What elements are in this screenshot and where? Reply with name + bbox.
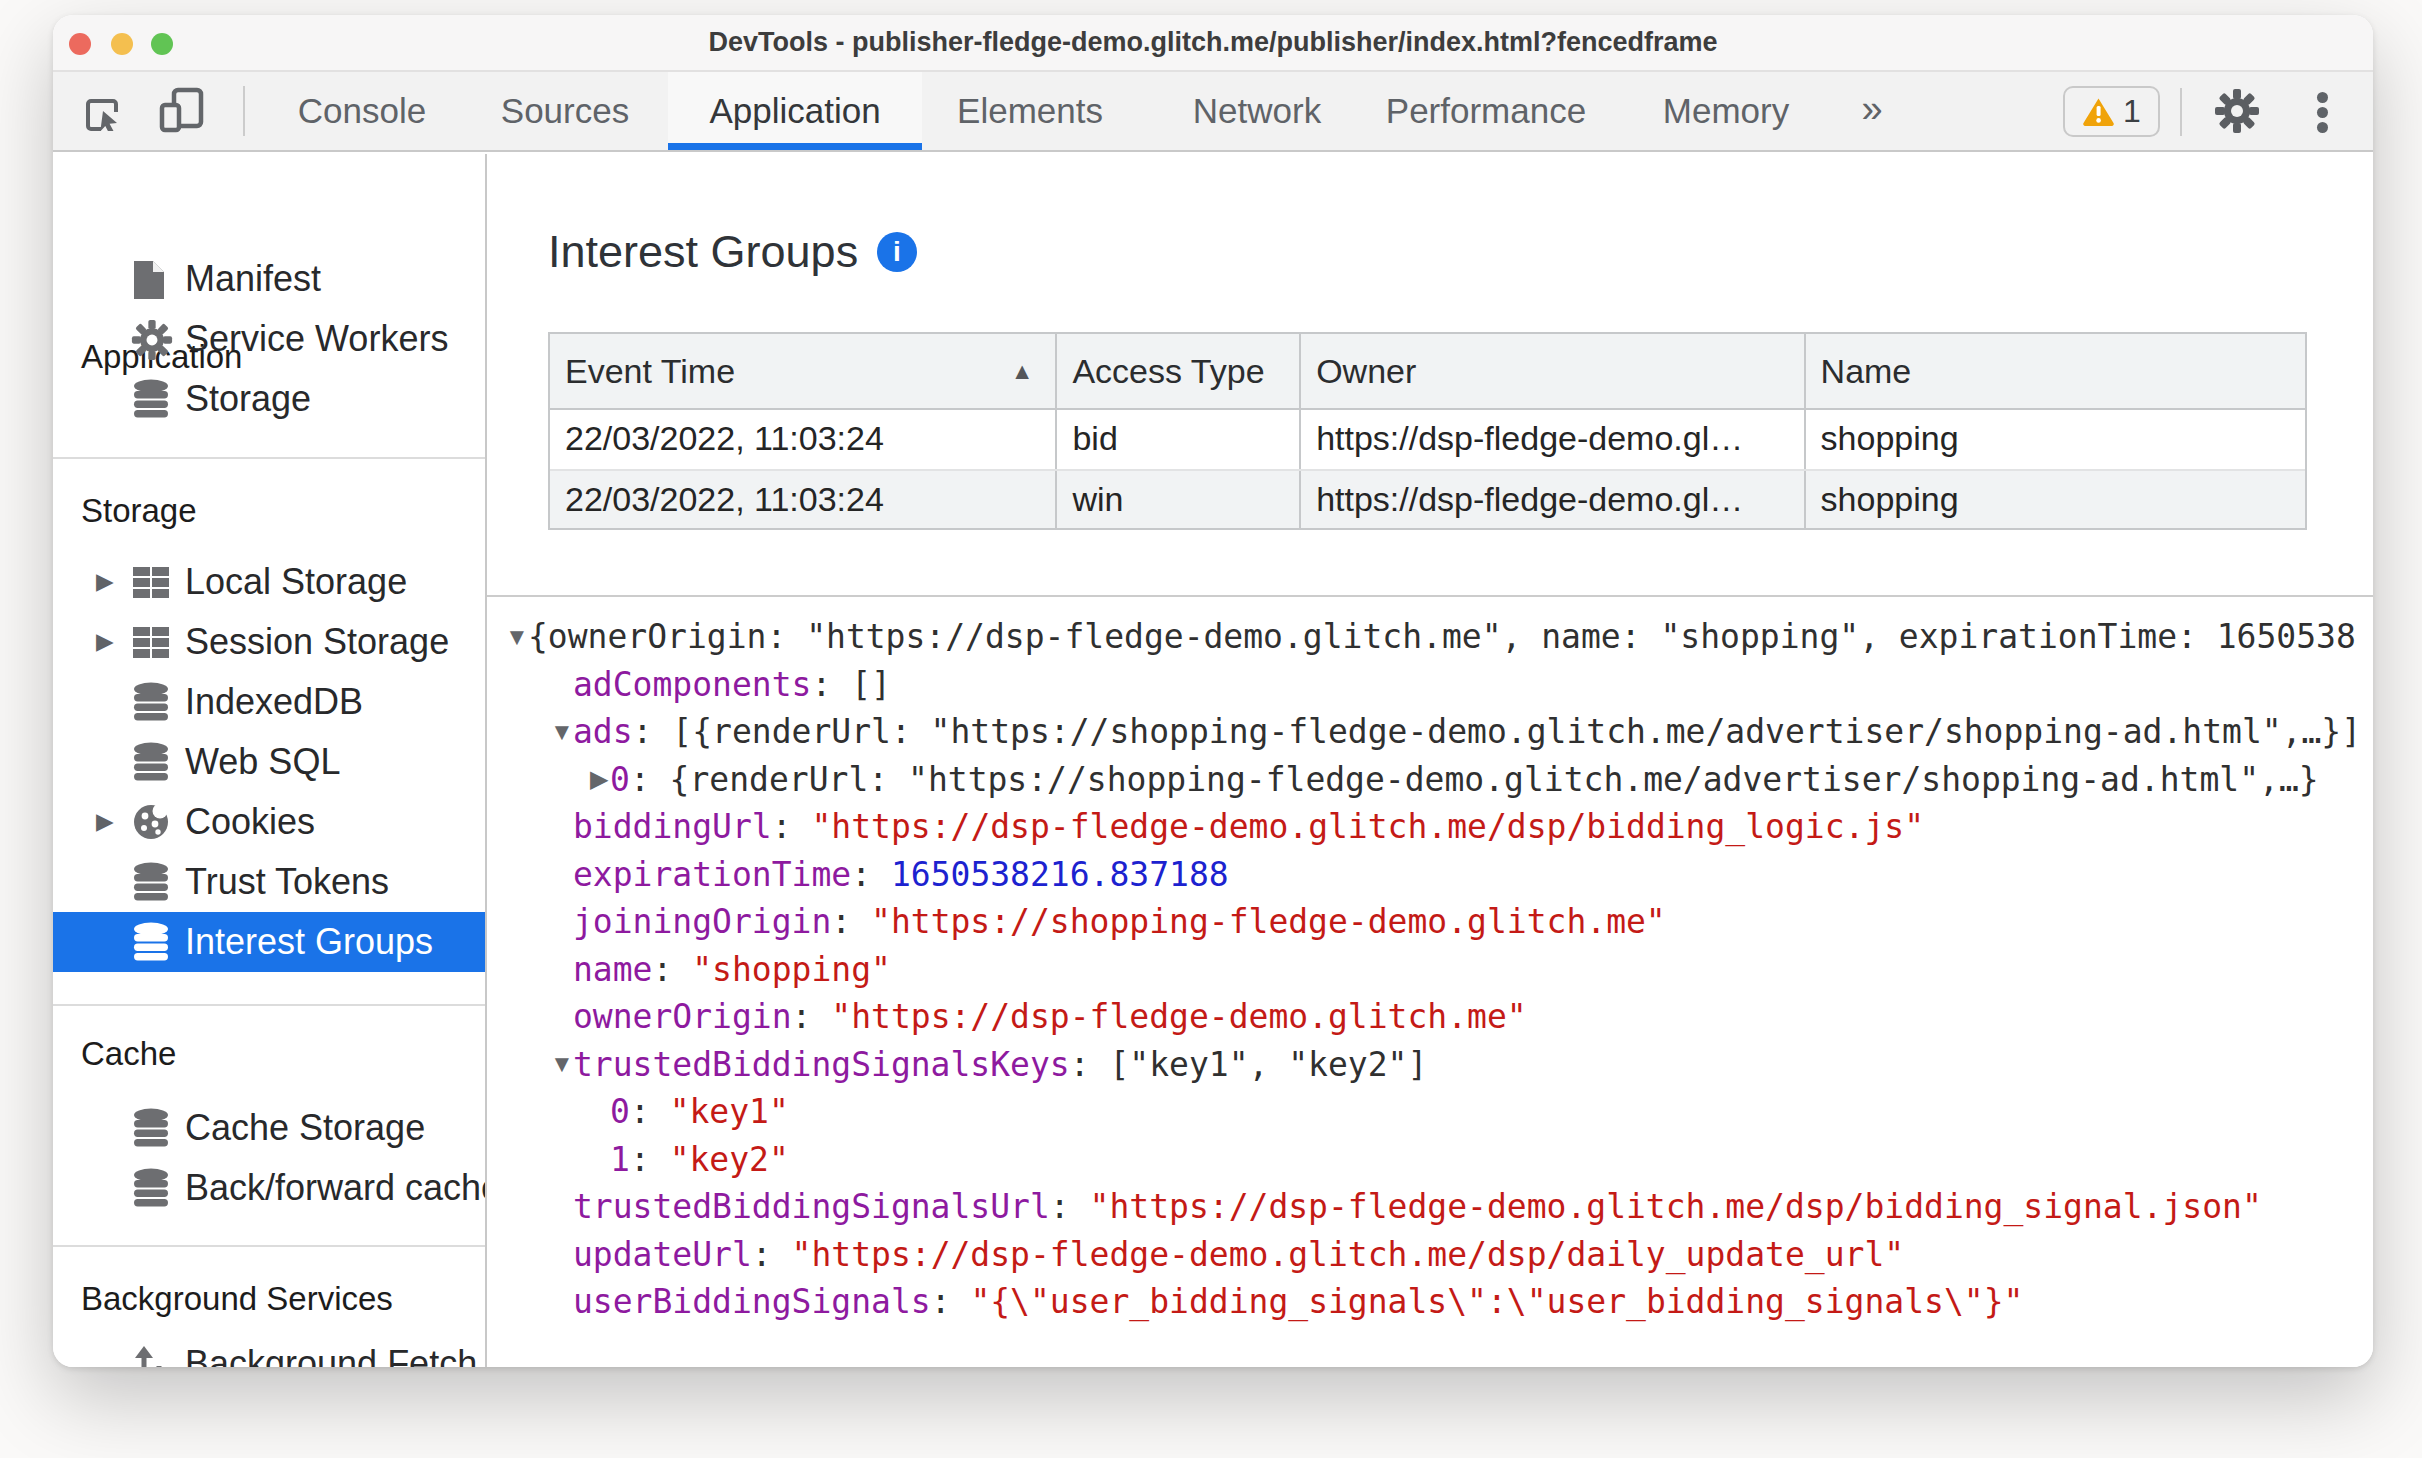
tree-row[interactable]: 0: "key1" [487, 1088, 2373, 1136]
sidebar-item-cache-storage[interactable]: Cache Storage [53, 1098, 485, 1158]
tree-row[interactable]: updateUrl: "https://dsp-fledge-demo.glit… [487, 1231, 2373, 1279]
tree-row[interactable]: ownerOrigin: "https://dsp-fledge-demo.gl… [487, 993, 2373, 1041]
tree-row[interactable]: 1: "key2" [487, 1136, 2373, 1184]
warning-icon [2082, 97, 2115, 126]
expand-icon[interactable]: ▶ [96, 552, 114, 612]
database-icon [131, 922, 171, 962]
tab-elements[interactable]: Elements [957, 72, 1103, 150]
manifest-document-icon [132, 259, 172, 299]
divider [487, 595, 2373, 597]
devtools-toolbar: Console Sources Application Elements Net… [53, 72, 2373, 152]
more-options-icon[interactable] [2317, 92, 2329, 136]
tree-row[interactable]: expirationTime: 1650538216.837188 [487, 851, 2373, 899]
interest-group-json-tree: ▼{ownerOrigin: "https://dsp-fledge-demo.… [487, 613, 2373, 1326]
collapse-icon[interactable]: ▼ [550, 718, 573, 746]
fetch-arrows-icon [131, 1344, 171, 1367]
devtools-window: DevTools - publisher-fledge-demo.glitch.… [53, 15, 2373, 1367]
table-row[interactable]: 22/03/2022, 11:03:24 win https://dsp-fle… [550, 469, 2305, 528]
sidebar-item-session-storage[interactable]: ▶ Session Storage [53, 612, 485, 672]
tree-row[interactable]: ▼ads: [{renderUrl: "https://shopping-fle… [487, 708, 2373, 756]
tree-row[interactable]: ▼{ownerOrigin: "https://dsp-fledge-demo.… [487, 613, 2373, 661]
toggle-device-toolbar-icon[interactable] [158, 87, 206, 133]
tree-row[interactable]: ▶0: {renderUrl: "https://shopping-fledge… [487, 756, 2373, 804]
sidebar-item-background-fetch[interactable]: Background Fetch [53, 1334, 485, 1367]
database-icon [131, 742, 171, 782]
tree-row[interactable]: adComponents: [] [487, 661, 2373, 709]
tree-row[interactable]: userBiddingSignals: "{\"user_bidding_sig… [487, 1278, 2373, 1326]
tree-row[interactable]: name: "shopping" [487, 946, 2373, 994]
window-title: DevTools - publisher-fledge-demo.glitch.… [53, 15, 2373, 70]
table-row[interactable]: 22/03/2022, 11:03:24 bid https://dsp-fle… [550, 410, 2305, 469]
tab-sources[interactable]: Sources [501, 72, 629, 150]
title-bar: DevTools - publisher-fledge-demo.glitch.… [53, 15, 2373, 72]
service-workers-gear-icon [131, 319, 171, 359]
column-header-owner[interactable]: Owner [1299, 334, 1803, 408]
tree-row[interactable]: joiningOrigin: "https://shopping-fledge-… [487, 898, 2373, 946]
sidebar-item-manifest[interactable]: Manifest [53, 249, 485, 309]
sidebar-item-storage[interactable]: Storage [53, 369, 485, 429]
sidebar-item-cookies[interactable]: ▶ Cookies [53, 792, 485, 852]
column-header-access-type[interactable]: Access Type [1055, 334, 1299, 408]
issues-warning-badge[interactable]: 1 [2063, 86, 2160, 137]
tree-row[interactable]: trustedBiddingSignalsUrl: "https://dsp-f… [487, 1183, 2373, 1231]
more-tabs-icon[interactable]: » [1861, 72, 1882, 150]
tab-performance[interactable]: Performance [1386, 72, 1586, 150]
expand-icon[interactable]: ▶ [590, 765, 610, 793]
tab-application[interactable]: Application [668, 72, 922, 150]
sidebar-item-indexeddb[interactable]: IndexedDB [53, 672, 485, 732]
database-icon [131, 379, 171, 419]
database-icon [131, 1168, 171, 1208]
storage-grid-icon [131, 622, 171, 662]
sidebar-section-cache: Cache [81, 1029, 176, 1079]
application-panel-sidebar: Application Manifest [53, 154, 487, 1367]
tab-console[interactable]: Console [298, 72, 426, 150]
storage-grid-icon [131, 562, 171, 602]
sidebar-item-local-storage[interactable]: ▶ Local Storage [53, 552, 485, 612]
column-header-name[interactable]: Name [1804, 334, 2305, 408]
collapse-icon[interactable]: ▼ [505, 623, 528, 651]
tab-network[interactable]: Network [1193, 72, 1321, 150]
sidebar-item-interest-groups[interactable]: Interest Groups [53, 912, 485, 972]
table-header-row: Event Time▲ Access Type Owner Name [550, 334, 2305, 410]
tree-row[interactable]: biddingUrl: "https://dsp-fledge-demo.gli… [487, 803, 2373, 851]
sidebar-section-storage: Storage [81, 486, 197, 536]
page-title: Interest Groups [548, 227, 858, 277]
toolbar-divider [2180, 88, 2182, 136]
sidebar-item-service-workers[interactable]: Service Workers [53, 309, 485, 369]
sidebar-item-trust-tokens[interactable]: Trust Tokens [53, 852, 485, 912]
settings-gear-icon[interactable] [2214, 88, 2260, 134]
interest-groups-panel: Interest Groups i Event Time▲ Access Typ… [487, 154, 2373, 1367]
column-header-event-time[interactable]: Event Time▲ [550, 334, 1055, 408]
sidebar-item-back-forward-cache[interactable]: Back/forward cache [53, 1158, 485, 1218]
database-icon [131, 862, 171, 902]
inspect-element-icon[interactable] [85, 97, 121, 131]
sidebar-section-background-services: Background Services [81, 1274, 393, 1324]
database-icon [131, 682, 171, 722]
database-icon [131, 1108, 171, 1148]
tab-memory[interactable]: Memory [1663, 72, 1789, 150]
collapse-icon[interactable]: ▼ [550, 1050, 573, 1078]
interest-groups-table: Event Time▲ Access Type Owner Name 22/03… [548, 332, 2307, 530]
sidebar-item-web-sql[interactable]: Web SQL [53, 732, 485, 792]
cookie-icon [131, 802, 171, 842]
expand-icon[interactable]: ▶ [96, 792, 114, 852]
toolbar-divider [243, 86, 245, 136]
info-icon[interactable]: i [877, 232, 917, 272]
tree-row[interactable]: ▼trustedBiddingSignalsKeys: ["key1", "ke… [487, 1041, 2373, 1089]
sort-ascending-icon: ▲ [1011, 334, 1034, 408]
expand-icon[interactable]: ▶ [96, 612, 114, 672]
